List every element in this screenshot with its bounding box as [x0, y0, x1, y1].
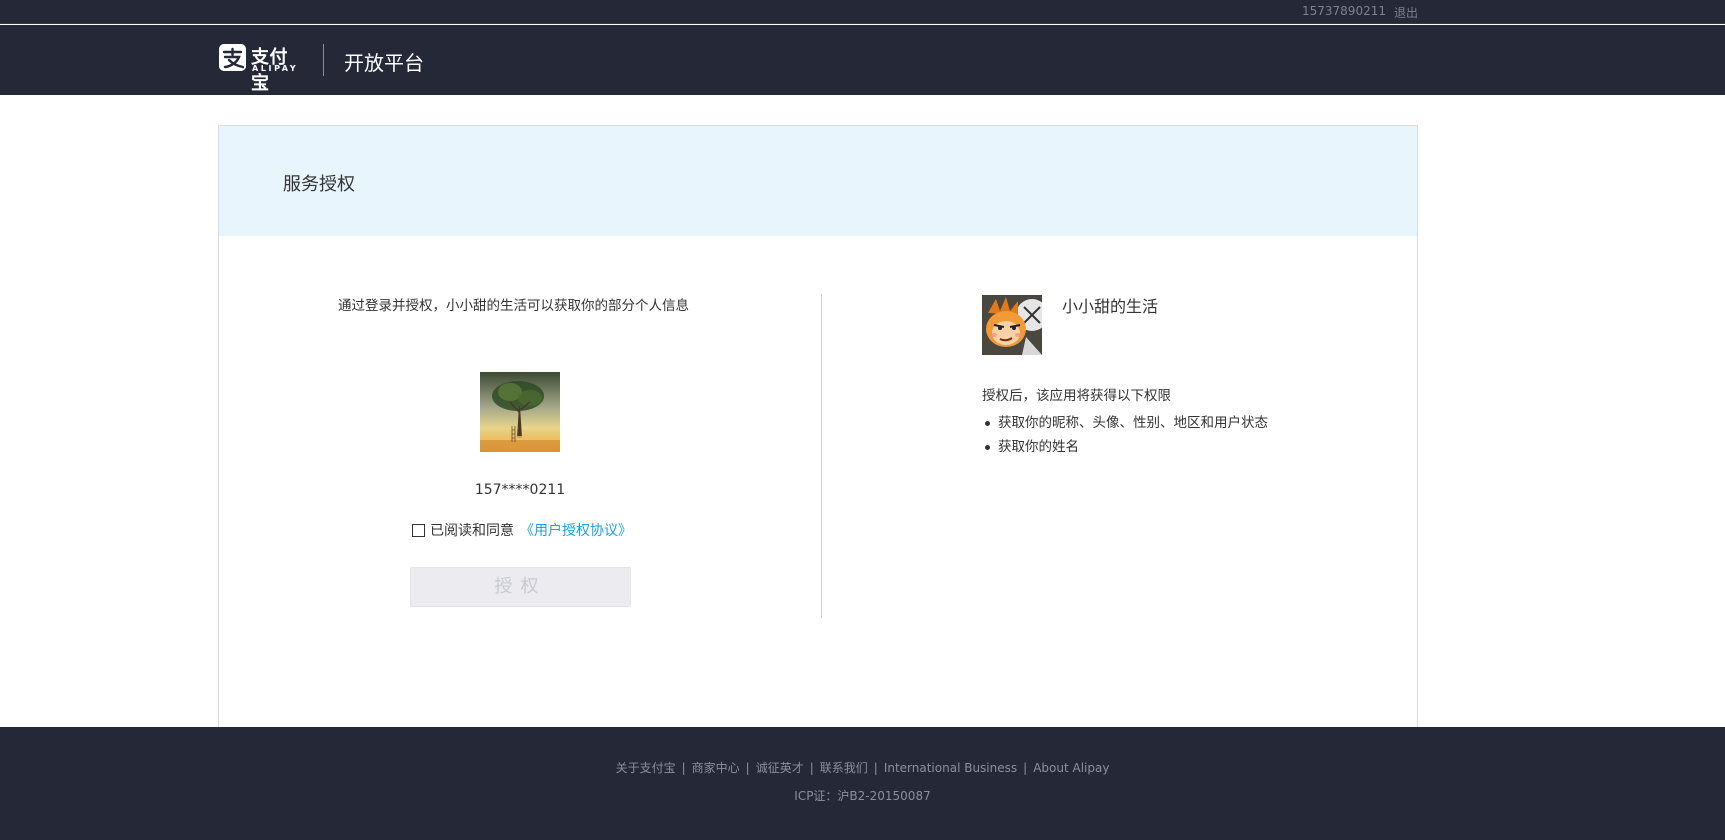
agreement-link[interactable]: 《用户授权协议》 — [520, 520, 632, 540]
logo-en-text: ALIPAY — [252, 64, 299, 73]
footer-link-merchant-center[interactable]: 商家中心 — [692, 761, 740, 775]
footer-link-about-alipay-en[interactable]: About Alipay — [1033, 761, 1109, 775]
user-account: 157****0211 — [474, 482, 566, 498]
alipay-logo-icon — [219, 44, 246, 71]
permission-text: 获取你的姓名 — [998, 439, 1079, 455]
bullet-icon — [985, 444, 990, 450]
top-bar: 15737890211 退出 — [0, 0, 1725, 24]
footer-links: 关于支付宝 | 商家中心 | 诚征英才 | 联系我们 | International Busin… — [0, 759, 1725, 776]
footer-link-international[interactable]: International Business — [884, 761, 1017, 775]
list-item: 获取你的昵称、头像、性别、地区和用户状态 — [982, 411, 1268, 435]
footer-link-careers[interactable]: 诚征英才 — [756, 761, 804, 775]
icp-license: ICP证：沪B2-20150087 — [794, 789, 931, 803]
footer-link-about-alipay-cn[interactable]: 关于支付宝 — [616, 761, 676, 775]
authorize-button[interactable]: 授权 — [410, 567, 631, 607]
agreement-text: 已阅读和同意 — [430, 523, 514, 539]
platform-title: 开放平台 — [344, 51, 424, 75]
card-header: 服务授权 — [219, 126, 1417, 236]
agreement-checkbox[interactable] — [412, 523, 425, 537]
footer-separator: | — [745, 761, 750, 775]
footer-separator: | — [1023, 761, 1028, 775]
permission-text: 获取你的昵称、头像、性别、地区和用户状态 — [998, 415, 1268, 431]
user-avatar — [480, 372, 560, 452]
app-avatar — [982, 295, 1042, 355]
column-divider — [821, 294, 822, 618]
agreement-row: 已阅读和同意 《用户授权协议》 — [412, 520, 632, 540]
logo-divider — [323, 44, 324, 76]
footer-separator: | — [681, 761, 686, 775]
logout-link[interactable]: 退出 — [1394, 4, 1418, 21]
auth-card: 服务授权 通过登录并授权，小小甜的生活可以获取你的部分个人信息 157****0… — [218, 125, 1418, 727]
alipay-logo[interactable]: 支付宝 ALIPAY — [219, 44, 301, 94]
list-item: 获取你的姓名 — [982, 435, 1268, 459]
footer-link-contact[interactable]: 联系我们 — [820, 761, 868, 775]
permission-title: 授权后，该应用将获得以下权限 — [982, 388, 1171, 404]
header: 支付宝 ALIPAY 开放平台 — [0, 25, 1725, 95]
footer-separator: | — [873, 761, 878, 775]
footer-separator: | — [809, 761, 814, 775]
app-name: 小小甜的生活 — [1062, 297, 1159, 316]
footer: 关于支付宝 | 商家中心 | 诚征英才 | 联系我们 | International Busin… — [0, 727, 1725, 840]
page-title: 服务授权 — [283, 174, 355, 195]
permission-list: 获取你的昵称、头像、性别、地区和用户状态 获取你的姓名 — [982, 411, 1268, 459]
auth-intro-text: 通过登录并授权，小小甜的生活可以获取你的部分个人信息 — [338, 298, 689, 314]
bullet-icon — [985, 420, 990, 426]
account-phone: 15737890211 — [1302, 4, 1386, 18]
